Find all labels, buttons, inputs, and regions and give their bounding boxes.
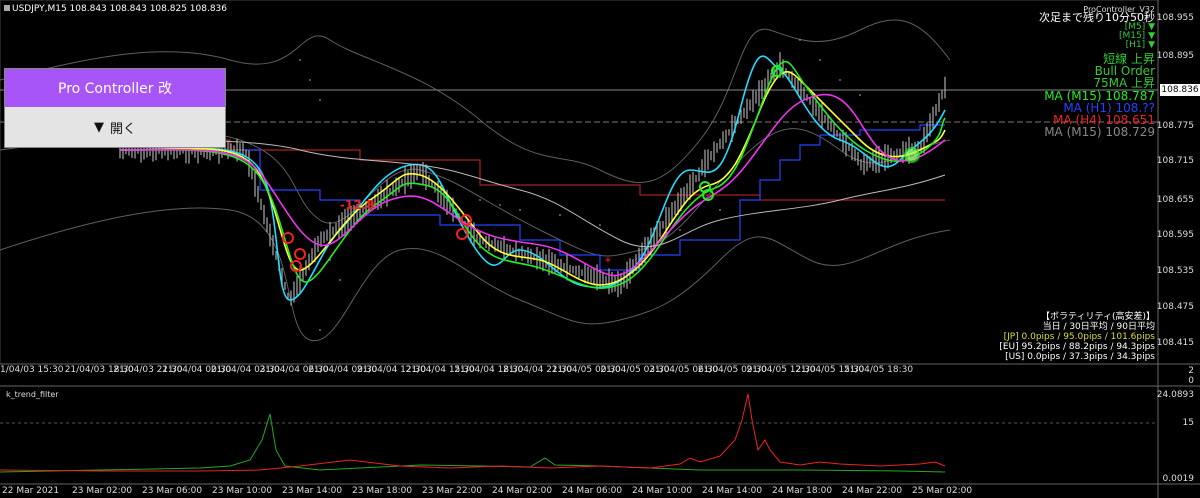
time-tick: 24 Mar 18:00 xyxy=(772,486,833,496)
subpanel-tick: 15 xyxy=(1182,418,1194,428)
volatility-row-us: [US] 0.0pips / 37.3pips / 34.3pips xyxy=(1005,352,1155,362)
time-tick: 25 Mar 02:00 xyxy=(912,486,973,496)
subpanel-sep-label: 2 xyxy=(1188,366,1194,376)
price-tick: 108.655 xyxy=(1156,195,1194,205)
time-tick: 23 Mar 02:00 xyxy=(72,486,133,496)
time-tick: 23 Mar 14:00 xyxy=(282,486,343,496)
time-tick: 23 Mar 18:00 xyxy=(352,486,413,496)
pro-controller-open-button[interactable]: ▼ 開く xyxy=(5,107,225,147)
volatility-header: 当日 / 30日平均 / 90日平均 xyxy=(1042,322,1155,332)
ma-m15-long-readout: MA (M15) 108.729 xyxy=(1044,125,1155,139)
subpanel-tick: 24.0893 xyxy=(1156,390,1194,400)
time-tick: 21/04/05 18:30 xyxy=(843,365,914,375)
time-tick: 24 Mar 14:00 xyxy=(702,486,763,496)
price-tick: 108.775 xyxy=(1156,121,1194,131)
subpanel-tick: 0.0019 xyxy=(1162,474,1195,484)
price-tick: 108.955 xyxy=(1156,13,1194,23)
price-tick: 108.415 xyxy=(1156,338,1194,348)
subpanel-name: k_trend_filter xyxy=(6,390,59,399)
price-tick: 108.475 xyxy=(1156,302,1194,312)
time-tick: 22 Mar 2021 xyxy=(2,486,60,496)
ma-readout-list: MA (M15) 108.787 MA (H1) 108.?? MA (H4) … xyxy=(1044,90,1155,138)
pro-controller-panel: Pro Controller 改 ▼ 開く xyxy=(4,68,226,148)
time-tick: 24 Mar 22:00 xyxy=(842,486,903,496)
timeframe-list: [M5] ▼ [M15] ▼ [H1] ▼ xyxy=(1118,22,1155,50)
time-tick: 23 Mar 22:00 xyxy=(422,486,483,496)
volatility-row-jp: [JP] 0.0pips / 95.0pips / 101.6pips xyxy=(1003,332,1155,342)
price-tick: 108.595 xyxy=(1156,230,1194,240)
triangle-down-icon: ▼ xyxy=(93,119,104,135)
chart-icon xyxy=(4,5,10,11)
time-tick: 24 Mar 06:00 xyxy=(562,486,623,496)
time-tick: 24 Mar 02:00 xyxy=(492,486,553,496)
time-tick: 24 Mar 10:00 xyxy=(632,486,693,496)
chart-symbol-header: USDJPY,M15 108.843 108.843 108.825 108.8… xyxy=(4,4,227,14)
time-tick: 1/04/03 15:30 xyxy=(0,365,64,375)
signal-list: 短線 上昇 Bull Order 75MA 上昇 xyxy=(1093,53,1155,89)
signal-75ma: 75MA 上昇 xyxy=(1093,76,1155,90)
time-tick: 23 Mar 06:00 xyxy=(142,486,203,496)
price-tick: 108.715 xyxy=(1156,156,1194,166)
pro-controller-title-button[interactable]: Pro Controller 改 xyxy=(5,69,225,107)
pips-annotation: -12.8 xyxy=(340,198,375,212)
price-tick: 108.895 xyxy=(1156,51,1194,61)
volatility-title: 【ボラティリティ(高安差)】 xyxy=(1041,312,1155,322)
subpanel-sep-label: 0 xyxy=(1188,376,1194,386)
volatility-box: 【ボラティリティ(高安差)】 当日 / 30日平均 / 90日平均 [JP] 0… xyxy=(999,312,1155,362)
volatility-row-eu: [EU] 95.2pips / 88.2pips / 94.3pips xyxy=(999,342,1155,352)
open-label: 開く xyxy=(109,121,136,137)
time-tick: 23 Mar 10:00 xyxy=(212,486,273,496)
current-price-marker: 108.836 xyxy=(1160,84,1200,96)
price-tick: 108.535 xyxy=(1156,266,1194,276)
svg-text:*: * xyxy=(605,255,611,269)
